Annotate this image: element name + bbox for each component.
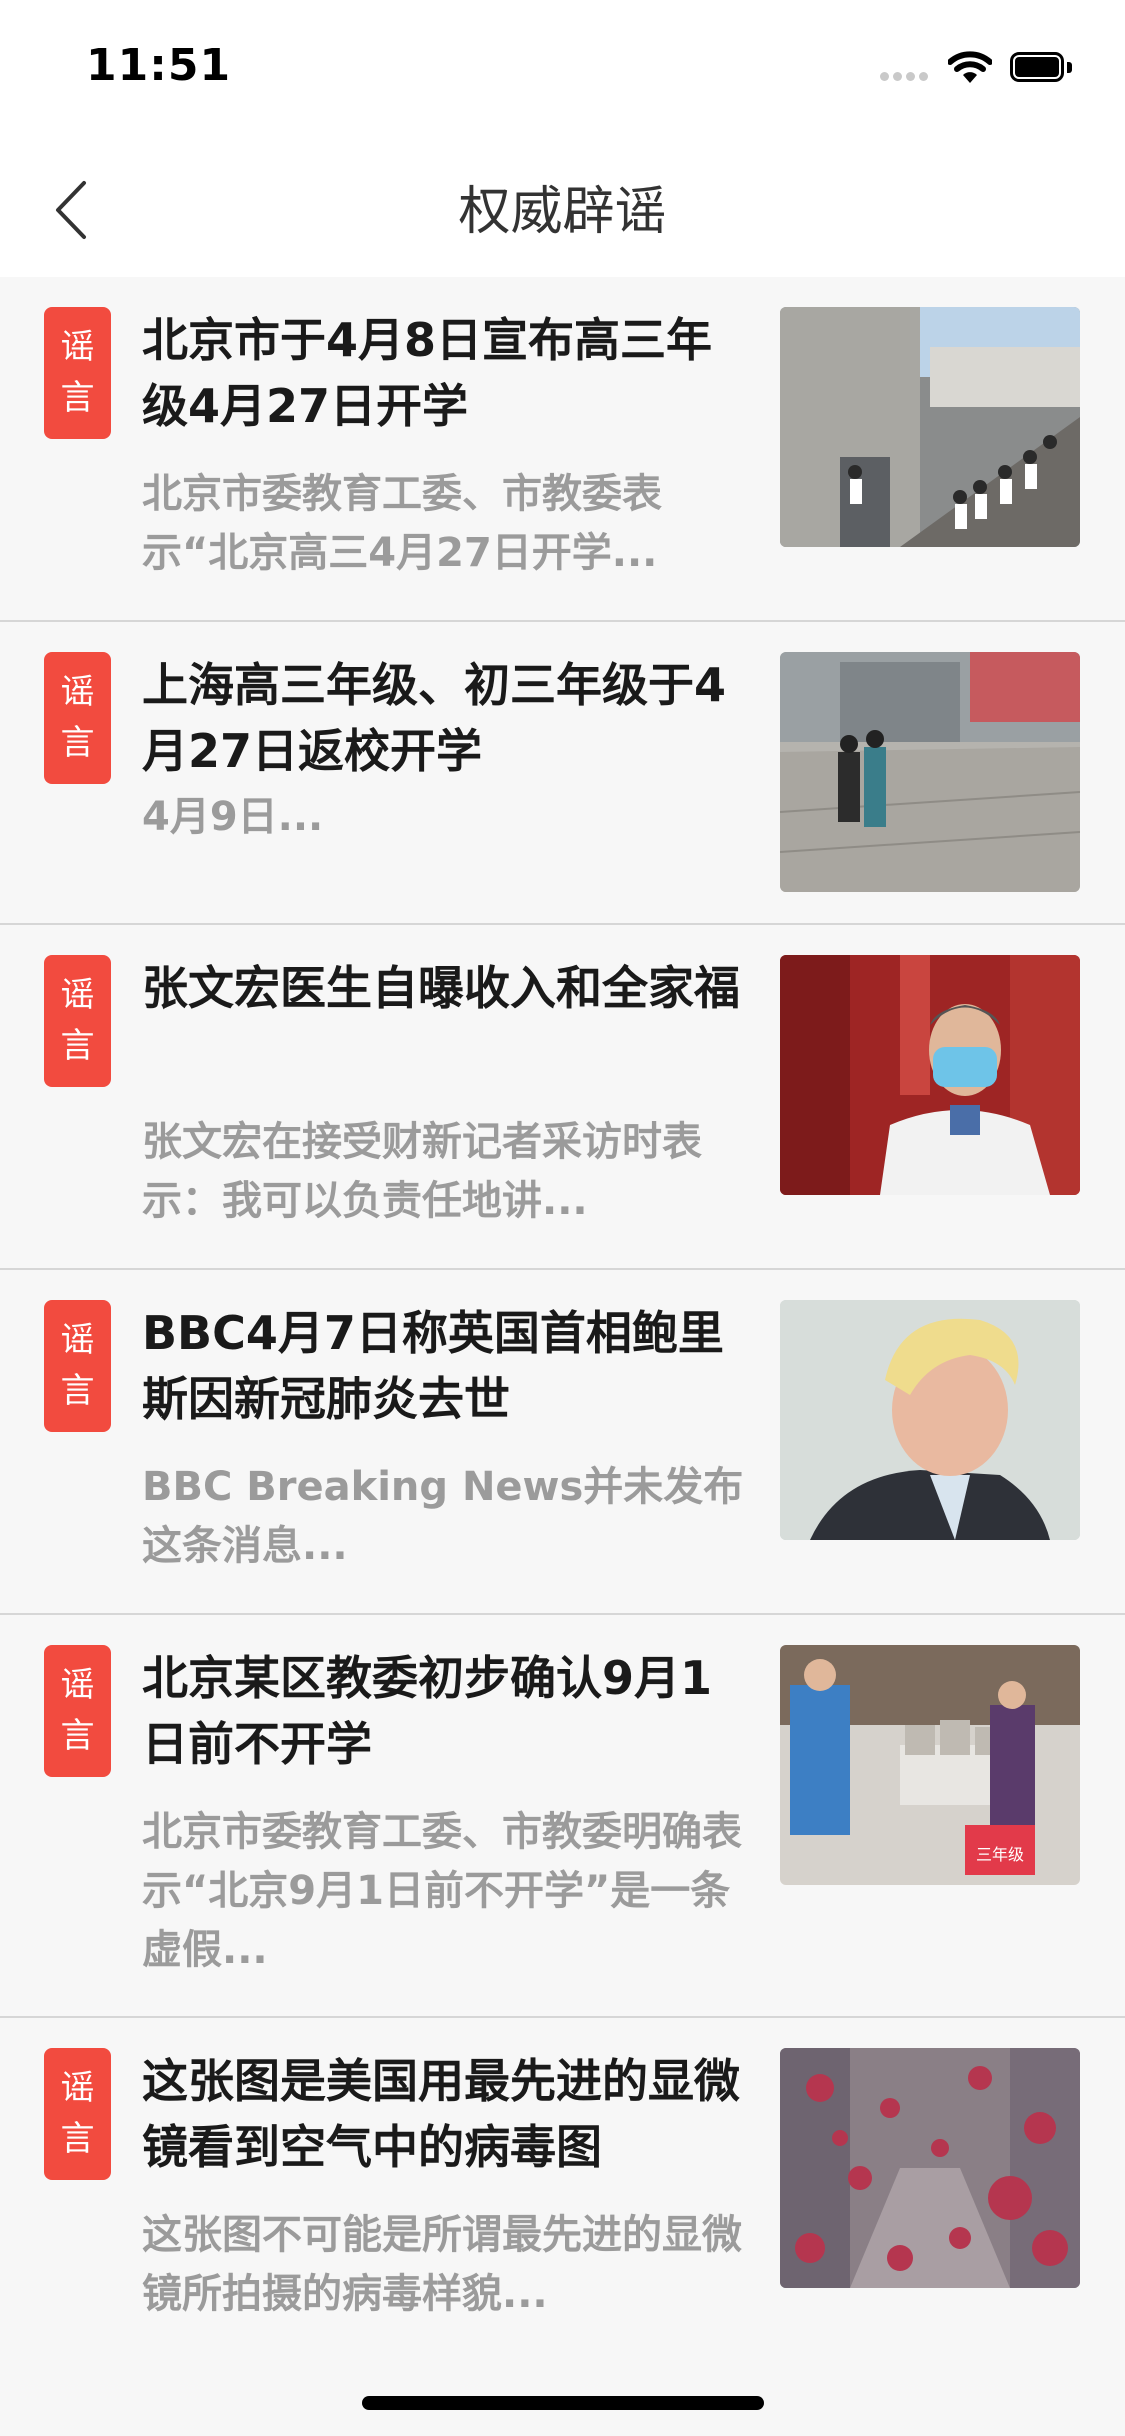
badge-char: 谣 (60, 672, 95, 712)
page-title: 权威辟谣 (458, 182, 667, 242)
rumor-badge: 谣 言 (44, 955, 111, 1087)
rumor-badge: 谣 言 (44, 1645, 111, 1777)
thumbnail-image (780, 2048, 1080, 2288)
badge-char: 言 (60, 2119, 95, 2159)
badge-char: 言 (60, 1716, 95, 1756)
list-item[interactable]: 谣 言 张文宏医生自曝收入和全家福 张文宏在接受财新记者采访时表示：我可以负责任… (0, 925, 1125, 1270)
rumor-badge: 谣 言 (44, 652, 111, 784)
thumbnail-image (780, 1300, 1080, 1540)
badge-char: 言 (60, 378, 95, 418)
list-item[interactable]: 谣 言 BBC4月7日称英国首相鲍里斯因新冠肺炎去世 BBC Breaking … (0, 1270, 1125, 1615)
rumor-badge: 谣 言 (44, 307, 111, 439)
cellular-signal-icon (880, 72, 934, 84)
rumor-list: 谣 言 北京市于4月8日宣布高三年级4月27日开学 北京市委教育工委、市教委表示… (0, 277, 1125, 2363)
badge-char: 谣 (60, 975, 95, 1015)
item-description: 这张图不可能是所谓最先进的显微镜所拍摄的病毒样貌... (142, 2212, 742, 2317)
badge-char: 言 (60, 1026, 95, 1066)
item-description: 4月9日... (142, 794, 324, 840)
item-description: 北京市委教育工委、市教委明确表示“北京9月1日前不开学”是一条虚假... (142, 1809, 742, 1973)
item-description: 北京市委教育工委、市教委表示“北京高三4月27日开学... (142, 471, 662, 576)
badge-char: 谣 (60, 2068, 95, 2108)
item-title: 北京市于4月8日宣布高三年级4月27日开学 (142, 313, 713, 433)
badge-char: 谣 (60, 327, 95, 367)
thumbnail-image: 三年级 (780, 1645, 1080, 1885)
navigation-bar: 权威辟谣 (0, 135, 1125, 277)
item-title: 上海高三年级、初三年级于4月27日返校开学 (142, 658, 727, 778)
list-item[interactable]: 谣 言 这张图是美国用最先进的显微镜看到空气中的病毒图 这张图不可能是所谓最先进… (0, 2018, 1125, 2363)
status-time: 11:51 (86, 40, 232, 91)
thumbnail-image (780, 652, 1080, 892)
battery-icon (1010, 52, 1072, 84)
svg-text:三年级: 三年级 (976, 1845, 1024, 1864)
item-description: 张文宏在接受财新记者采访时表示：我可以负责任地讲... (142, 1119, 702, 1224)
item-title: BBC4月7日称英国首相鲍里斯因新冠肺炎去世 (142, 1306, 724, 1426)
status-bar: 11:51 (0, 0, 1125, 135)
badge-char: 谣 (60, 1320, 95, 1360)
rumor-badge: 谣 言 (44, 1300, 111, 1432)
list-item[interactable]: 谣 言 上海高三年级、初三年级于4月27日返校开学 4月9日... (0, 622, 1125, 925)
home-indicator[interactable] (362, 2396, 764, 2410)
item-title: 张文宏医生自曝收入和全家福 (142, 961, 740, 1015)
thumbnail-image (780, 307, 1080, 547)
thumbnail-image (780, 955, 1080, 1195)
item-title: 北京某区教委初步确认9月1日前不开学 (142, 1651, 713, 1771)
badge-char: 谣 (60, 1665, 95, 1705)
item-title: 这张图是美国用最先进的显微镜看到空气中的病毒图 (142, 2054, 740, 2174)
list-item[interactable]: 谣 言 北京市于4月8日宣布高三年级4月27日开学 北京市委教育工委、市教委表示… (0, 277, 1125, 622)
rumor-badge: 谣 言 (44, 2048, 111, 2180)
item-description: BBC Breaking News并未发布这条消息... (142, 1464, 744, 1569)
list-item[interactable]: 谣 言 北京某区教委初步确认9月1日前不开学 北京市委教育工委、市教委明确表示“… (0, 1615, 1125, 2018)
wifi-icon (948, 51, 992, 83)
badge-char: 言 (60, 723, 95, 763)
badge-char: 言 (60, 1371, 95, 1411)
